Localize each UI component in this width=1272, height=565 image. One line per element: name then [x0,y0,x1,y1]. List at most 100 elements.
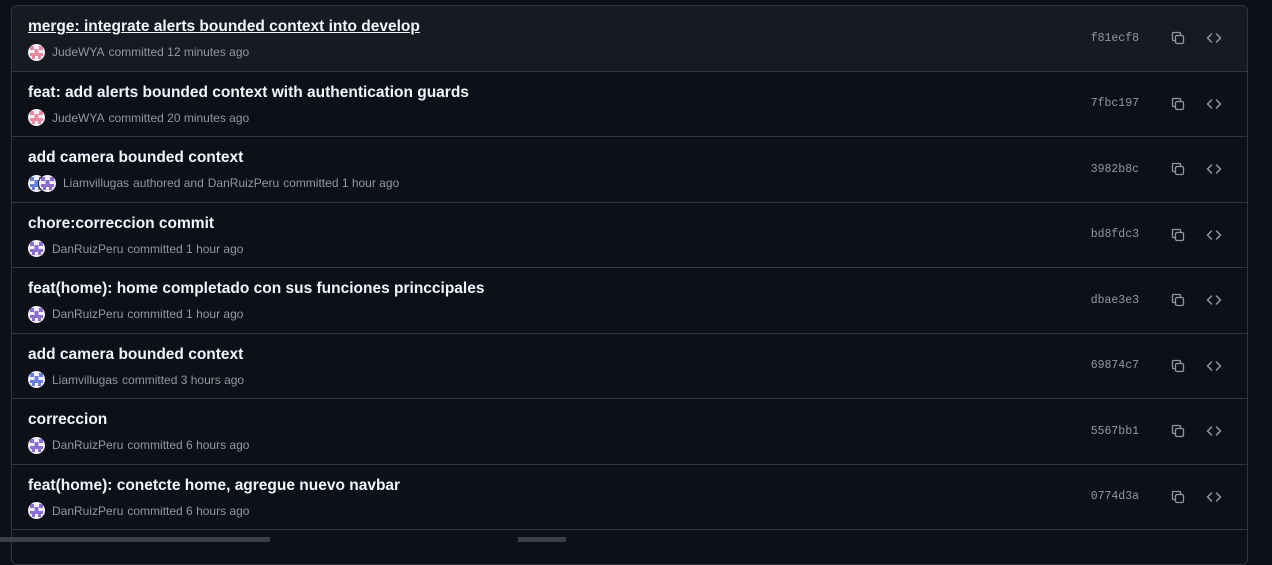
code-icon [1206,292,1222,308]
horizontal-scrollbar-thumb[interactable] [518,537,566,542]
commit-action-text: committed 1 hour ago [127,241,244,256]
author-avatar[interactable] [28,436,45,454]
avatar-group [28,43,45,61]
author-link[interactable]: Liamvillugas [52,373,118,387]
browse-repository-button[interactable] [1203,158,1225,180]
commit-action-text: committed 6 hours ago [127,503,250,518]
commit-title-link[interactable]: add camera bounded context [28,149,243,167]
browse-repository-button[interactable] [1203,27,1225,49]
commit-action-text: committed 12 minutes ago [108,45,250,59]
copy-icon [1170,358,1186,374]
avatar-group [28,436,45,454]
commit-sha-link[interactable]: 5567bb1 [1091,425,1139,438]
commit-sha-link[interactable]: 7fbc197 [1091,97,1139,110]
copy-sha-button[interactable] [1167,355,1189,377]
code-icon [1206,423,1222,439]
copy-sha-button[interactable] [1167,224,1189,246]
commit-sha-link[interactable]: 0774d3a [1091,490,1139,503]
commit-meta: DanRuizPeru committed 6 hours ago [28,436,249,454]
commit-list: merge: integrate alerts bounded context … [11,5,1248,565]
copy-icon [1170,489,1186,505]
copy-icon [1170,30,1186,46]
commit-action-text: committed 1 hour ago [127,307,244,321]
commit-actions: 0774d3a [1091,465,1225,530]
commit-title-link[interactable]: feat(home): home completado con sus func… [28,280,484,298]
commit-row: correccion DanRuizPeru committed 6 hours a… [12,399,1247,465]
author-link[interactable]: DanRuizPeru [52,242,123,256]
committer-action-text: committed 1 hour ago [283,176,400,190]
commit-row: feat(home): home completado con sus func… [12,268,1247,334]
browse-repository-button[interactable] [1203,420,1225,442]
avatar-group [28,174,56,192]
commit-action-text: committed 20 minutes ago [108,110,250,125]
author-link[interactable]: Liamvillugas [63,176,129,190]
commit-meta: JudeWYA committed 12 minutes ago [28,43,249,61]
copy-icon [1170,161,1186,177]
commit-meta: Liamvillugas authored and DanRuizPeru commi… [28,174,399,192]
commit-row: add camera bounded context Liamvillugas au… [12,137,1247,203]
browse-repository-button[interactable] [1203,93,1225,115]
commit-actions: 5567bb1 [1091,399,1225,464]
author-avatar[interactable] [28,371,45,388]
browse-repository-button[interactable] [1203,224,1225,246]
copy-sha-button[interactable] [1167,486,1189,508]
browse-repository-button[interactable] [1203,355,1225,377]
copy-sha-button[interactable] [1167,289,1189,311]
committer-avatar[interactable] [39,174,56,192]
commit-sha-link[interactable]: bd8fdc3 [1091,228,1139,241]
copy-icon [1170,227,1186,243]
commit-action-text: committed 3 hours ago [122,372,245,387]
code-icon [1206,489,1222,505]
commit-title-link[interactable]: add camera bounded context [28,346,243,364]
browse-repository-button[interactable] [1203,486,1225,508]
commit-title-link[interactable]: chore:correccion commit [28,215,214,233]
commit-title-link[interactable]: feat(home): conetcte home, agregue nuevo… [28,477,400,495]
copy-icon [1170,292,1186,308]
author-link[interactable]: DanRuizPeru [52,307,123,321]
author-avatar[interactable] [28,502,45,519]
commit-row: merge: integrate alerts bounded context … [12,6,1247,72]
copy-sha-button[interactable] [1167,27,1189,49]
commit-meta: JudeWYA committed 20 minutes ago [28,109,249,127]
author-avatar[interactable] [28,305,45,323]
commit-actions: dbae3e3 [1091,268,1225,333]
commit-meta: Liamvillugas committed 3 hours ago [28,371,244,389]
copy-sha-button[interactable] [1167,420,1189,442]
commit-action-text: authored and [133,176,204,190]
author-avatar[interactable] [28,109,45,126]
commit-row: add camera bounded context Liamvillugas co… [12,334,1247,399]
author-avatar[interactable] [28,240,45,257]
code-icon [1206,96,1222,112]
commit-meta: DanRuizPeru committed 1 hour ago [28,305,243,323]
author-link[interactable]: JudeWYA [52,111,104,125]
commit-row: chore:correccion commit DanRuizPeru commit… [12,203,1247,268]
copy-sha-button[interactable] [1167,93,1189,115]
author-link[interactable]: DanRuizPeru [52,504,123,518]
avatar-group [28,240,45,257]
horizontal-scrollbar-track[interactable] [0,537,270,542]
author-link[interactable]: JudeWYA [52,45,104,59]
avatar-group [28,305,45,323]
commit-actions: 7fbc197 [1091,72,1225,137]
code-icon [1206,30,1222,46]
code-icon [1206,161,1222,177]
committer-link[interactable]: DanRuizPeru [208,176,279,190]
author-link[interactable]: DanRuizPeru [52,438,123,452]
author-avatar[interactable] [28,43,45,61]
commit-meta: DanRuizPeru committed 6 hours ago [28,502,249,520]
avatar-group [28,371,45,388]
commit-sha-link[interactable]: 69874c7 [1091,359,1139,372]
commit-title-link[interactable]: merge: integrate alerts bounded context … [28,18,420,36]
browse-repository-button[interactable] [1203,289,1225,311]
commit-row: feat: add alerts bounded context with au… [12,72,1247,137]
commit-title-link[interactable]: correccion [28,411,107,429]
commit-sha-link[interactable]: f81ecf8 [1091,32,1139,45]
commit-sha-link[interactable]: 3982b8c [1091,163,1139,176]
commit-sha-link[interactable]: dbae3e3 [1091,294,1139,307]
commit-action-text: committed 6 hours ago [127,438,250,452]
commit-actions: 3982b8c [1091,137,1225,202]
copy-sha-button[interactable] [1167,158,1189,180]
copy-icon [1170,96,1186,112]
commit-title-link[interactable]: feat: add alerts bounded context with au… [28,84,469,102]
commit-actions: f81ecf8 [1091,6,1225,71]
